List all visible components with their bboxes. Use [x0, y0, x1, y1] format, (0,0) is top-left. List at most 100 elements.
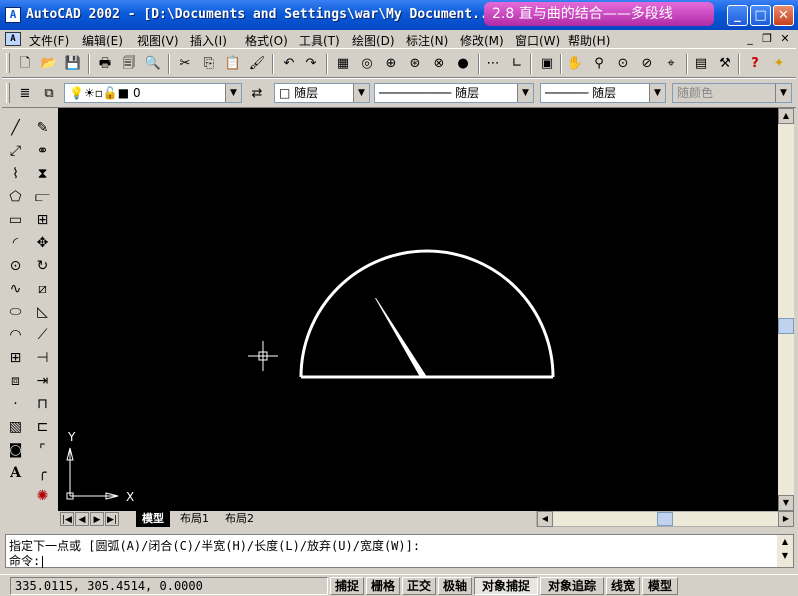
- today-icon[interactable]: ◎: [356, 54, 378, 74]
- horizontal-scrollbar[interactable]: ◀ ▶: [536, 511, 794, 527]
- pan-icon[interactable]: ✋: [564, 54, 586, 74]
- minimize-button[interactable]: _: [727, 5, 748, 26]
- open-file-icon[interactable]: 📂: [38, 54, 60, 74]
- linetype-combobox[interactable]: ────────── 随层 ▼: [374, 83, 534, 103]
- line-icon[interactable]: ╱: [5, 118, 26, 138]
- cut-icon[interactable]: ✂: [174, 54, 196, 74]
- menu-file[interactable]: 文件(F): [29, 32, 69, 49]
- rotate-icon[interactable]: ↻: [32, 256, 53, 276]
- first-tab-button[interactable]: |◀: [60, 512, 74, 526]
- menu-insert[interactable]: 插入(I): [190, 32, 227, 49]
- internet-icon[interactable]: ⊕: [380, 54, 402, 74]
- drawing-area[interactable]: X Y: [58, 108, 778, 511]
- chamfer-icon[interactable]: ⌜: [32, 440, 53, 460]
- construction-line-icon[interactable]: ⤢: [5, 141, 26, 161]
- tab-layout1[interactable]: 布局1: [174, 511, 215, 527]
- lineweight-toggle[interactable]: 线宽: [606, 577, 640, 595]
- tab-layout2[interactable]: 布局2: [219, 511, 260, 527]
- command-scroll-down-icon[interactable]: ▼: [777, 549, 793, 563]
- copy-object-icon[interactable]: ⚭: [32, 141, 53, 161]
- hatch-icon[interactable]: ▧: [5, 417, 26, 437]
- menu-dimension[interactable]: 标注(N): [406, 32, 448, 49]
- break-icon[interactable]: ⊏: [32, 417, 53, 437]
- layer-combobox[interactable]: 💡☀▫🔓■ 0 ▼: [64, 83, 242, 103]
- menu-draw[interactable]: 绘图(D): [352, 32, 395, 49]
- command-scroll-up-icon[interactable]: ▲: [777, 535, 793, 549]
- toolbar-grip[interactable]: [6, 83, 10, 103]
- arc-icon[interactable]: ◜: [5, 233, 26, 253]
- ucs-icon[interactable]: ∟: [506, 54, 528, 74]
- command-scrollbar[interactable]: ▲ ▼: [777, 535, 793, 567]
- otrack-toggle[interactable]: 对象追踪: [540, 577, 604, 595]
- explode-icon[interactable]: ✺: [32, 486, 53, 506]
- tool-palette-icon[interactable]: ⚒: [714, 54, 736, 74]
- move-icon[interactable]: ✥: [32, 233, 53, 253]
- array-icon[interactable]: ⊞: [32, 210, 53, 230]
- horizontal-scroll-thumb[interactable]: [657, 512, 673, 526]
- ellipse-icon[interactable]: ⬭: [5, 302, 26, 322]
- color-dropdown-arrow-icon[interactable]: ▼: [353, 84, 369, 102]
- scroll-up-icon[interactable]: ▲: [778, 108, 794, 124]
- scroll-right-icon[interactable]: ▶: [778, 511, 794, 527]
- print-icon[interactable]: 🖶: [94, 54, 116, 74]
- help-icon[interactable]: ?: [744, 54, 766, 74]
- prev-tab-button[interactable]: ◀: [75, 512, 89, 526]
- scroll-down-icon[interactable]: ▼: [778, 495, 794, 511]
- publish-icon[interactable]: ⊛: [404, 54, 426, 74]
- autocad-app-icon[interactable]: A: [5, 7, 21, 23]
- grid-toggle[interactable]: 栅格: [366, 577, 400, 595]
- make-object-layer-current-icon[interactable]: ⧉: [38, 84, 60, 104]
- menu-help[interactable]: 帮助(H): [568, 32, 610, 49]
- insert-block-icon[interactable]: ⊞: [5, 348, 26, 368]
- active-assistance-icon[interactable]: ✦: [768, 54, 790, 74]
- stretch-icon[interactable]: ◺: [32, 302, 53, 322]
- menu-format[interactable]: 格式(O): [245, 32, 288, 49]
- lineweight-dropdown-arrow-icon[interactable]: ▼: [649, 84, 665, 102]
- command-input-line[interactable]: 命令:: [9, 552, 44, 569]
- layer-dropdown-arrow-icon[interactable]: ▼: [225, 84, 241, 102]
- maximize-button[interactable]: □: [750, 5, 771, 26]
- vertical-scroll-thumb[interactable]: [778, 318, 794, 334]
- title-bar[interactable]: A AutoCAD 2002 - [D:\Documents and Setti…: [0, 0, 798, 30]
- model-space-toggle[interactable]: 模型: [642, 577, 678, 595]
- command-window[interactable]: 指定下一点或 [圆弧(A)/闭合(C)/半宽(H)/长度(L)/放弃(U)/宽度…: [5, 534, 794, 568]
- doc-minimize-button[interactable]: _: [742, 32, 758, 46]
- print-preview-icon[interactable]: 🗐: [118, 54, 140, 74]
- find-icon[interactable]: 🔍: [142, 54, 164, 74]
- trim-icon[interactable]: ⊣: [32, 348, 53, 368]
- match-properties-icon[interactable]: 🖌: [246, 54, 268, 74]
- menu-modify[interactable]: 修改(M): [460, 32, 504, 49]
- design-center-icon[interactable]: ▦: [332, 54, 354, 74]
- rectangle-icon[interactable]: ▭: [5, 210, 26, 230]
- named-views-icon[interactable]: ▣: [536, 54, 558, 74]
- hyperlink-icon[interactable]: ⊗: [428, 54, 450, 74]
- scroll-left-icon[interactable]: ◀: [537, 511, 553, 527]
- paste-icon[interactable]: 📋: [222, 54, 244, 74]
- toolbar-grip[interactable]: [6, 53, 10, 73]
- save-icon[interactable]: 💾: [62, 54, 84, 74]
- fillet-icon[interactable]: ╭: [32, 463, 53, 483]
- multiline-text-icon[interactable]: A: [5, 463, 26, 483]
- layers-icon[interactable]: ≣: [14, 84, 36, 104]
- new-file-icon[interactable]: 🗋: [14, 54, 36, 74]
- circle-icon[interactable]: ⊙: [5, 256, 26, 276]
- menu-tools[interactable]: 工具(T): [299, 32, 340, 49]
- make-block-icon[interactable]: ⧈: [5, 371, 26, 391]
- menu-edit[interactable]: 编辑(E): [82, 32, 123, 49]
- snap-toggle[interactable]: 捕捉: [330, 577, 364, 595]
- region-icon[interactable]: ◙: [5, 440, 26, 460]
- mirror-icon[interactable]: ⧗: [32, 164, 53, 184]
- polyline-icon[interactable]: ⌇: [5, 164, 26, 184]
- meet-now-icon[interactable]: ●: [452, 54, 474, 74]
- object-snap-icon[interactable]: ⋯: [482, 54, 504, 74]
- spline-icon[interactable]: ∿: [5, 279, 26, 299]
- menu-window[interactable]: 窗口(W): [515, 32, 560, 49]
- doc-close-button[interactable]: ✕: [777, 32, 793, 46]
- scale-icon[interactable]: ⧄: [32, 279, 53, 299]
- offset-icon[interactable]: ⫍: [32, 187, 53, 207]
- polar-toggle[interactable]: 极轴: [438, 577, 472, 595]
- zoom-window-icon[interactable]: ⊙: [612, 54, 634, 74]
- color-combobox[interactable]: □ 随层 ▼: [274, 83, 370, 103]
- ortho-toggle[interactable]: 正交: [402, 577, 436, 595]
- lengthen-icon[interactable]: ⟋: [32, 325, 53, 345]
